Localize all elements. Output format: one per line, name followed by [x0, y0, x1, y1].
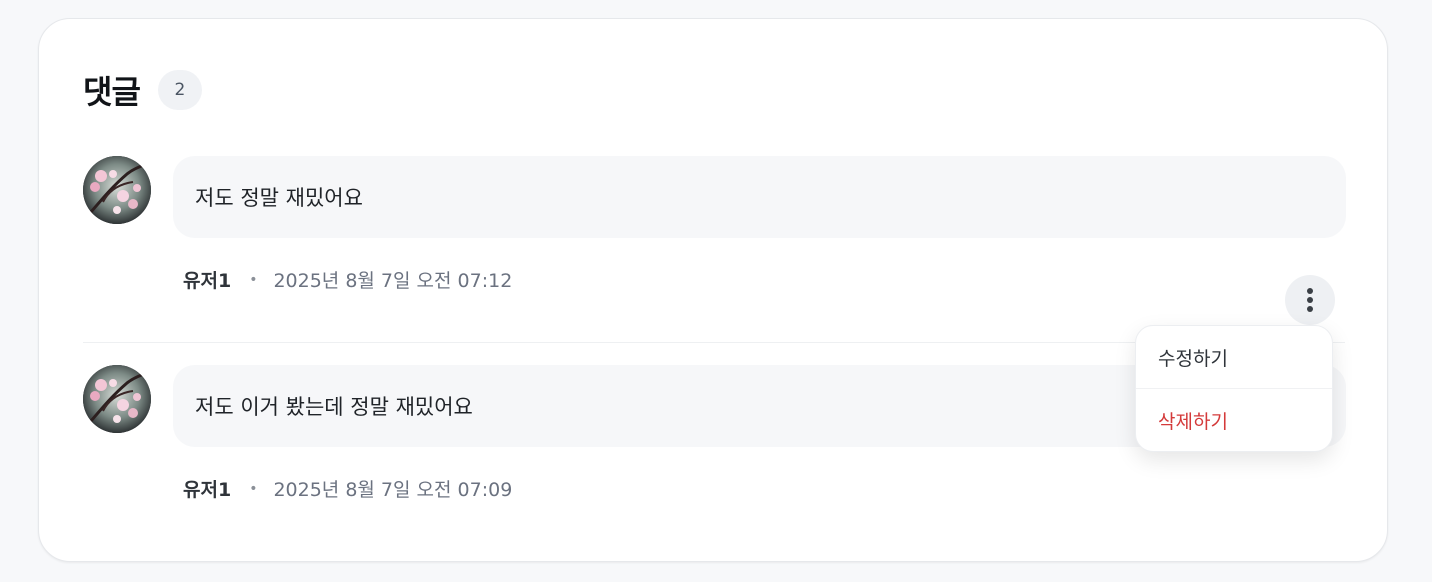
- delete-comment-menu-item[interactable]: 삭제하기: [1136, 389, 1332, 451]
- cherry-blossom-avatar-icon: [83, 365, 151, 433]
- comment-action-menu: 수정하기 삭제하기: [1135, 325, 1333, 452]
- comment-count-badge: 2: [157, 70, 202, 110]
- comment-author[interactable]: 유저1: [183, 475, 231, 502]
- cherry-blossom-avatar-icon: [83, 156, 151, 224]
- edit-comment-menu-item[interactable]: 수정하기: [1136, 326, 1332, 389]
- comment-meta: 유저1 • 2025년 8월 7일 오전 07:12: [183, 266, 512, 293]
- comments-header: 댓글 2: [83, 67, 202, 113]
- comment-meta: 유저1 • 2025년 8월 7일 오전 07:09: [183, 475, 512, 502]
- comments-card: 댓글 2 저도 정말 재밌어요 유저1 • 2025년 8월 7일 오전 07:…: [38, 18, 1388, 562]
- user-avatar[interactable]: [83, 156, 151, 224]
- meta-separator: •: [249, 480, 258, 497]
- comment-more-button[interactable]: [1285, 275, 1335, 325]
- user-avatar[interactable]: [83, 365, 151, 433]
- comment-bubble: 저도 정말 재밌어요: [173, 156, 1346, 238]
- comment-timestamp: 2025년 8월 7일 오전 07:09: [273, 479, 513, 501]
- comments-title: 댓글: [83, 73, 141, 111]
- comment-author[interactable]: 유저1: [183, 266, 231, 293]
- more-vertical-icon: [1307, 288, 1313, 312]
- meta-separator: •: [249, 271, 258, 288]
- comment-timestamp: 2025년 8월 7일 오전 07:12: [273, 270, 513, 292]
